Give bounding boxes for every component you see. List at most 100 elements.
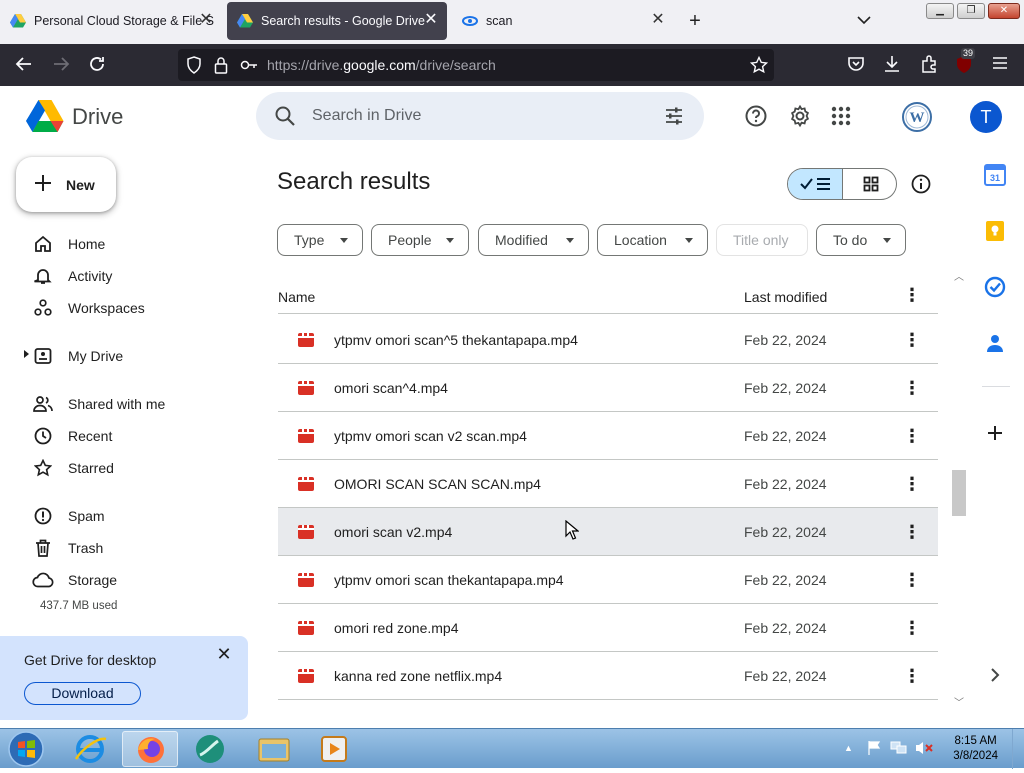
info-icon[interactable] <box>910 173 932 200</box>
sidebar-item-spam[interactable]: Spam <box>24 502 244 530</box>
forward-icon[interactable] <box>50 54 72 76</box>
url-text[interactable]: https://drive.google.com/drive/search <box>267 57 496 73</box>
show-desktop-button[interactable] <box>1012 729 1024 769</box>
sidebar-item-workspaces[interactable]: Workspaces <box>24 294 244 322</box>
search-options-icon[interactable] <box>664 106 684 131</box>
new-tab-icon[interactable]: + <box>684 10 706 32</box>
table-row[interactable]: ytpmv omori scan v2 scan.mp4 Feb 22, 202… <box>278 412 938 460</box>
reload-icon[interactable] <box>86 54 108 76</box>
system-clock[interactable]: 8:15 AM 3/8/2024 <box>953 734 998 764</box>
volume-muted-icon[interactable] <box>914 740 934 761</box>
keep-icon[interactable] <box>984 220 1008 244</box>
more-actions-icon[interactable]: ⋮ <box>902 664 922 688</box>
file-name[interactable]: omori scan v2.mp4 <box>334 524 452 540</box>
file-name[interactable]: kanna red zone netflix.mp4 <box>334 668 502 684</box>
windows-start-icon[interactable] <box>6 730 46 773</box>
filter-location[interactable]: Location <box>597 224 708 256</box>
more-actions-icon[interactable]: ⋮ <box>902 328 922 352</box>
file-name[interactable]: ytpmv omori scan thekantapapa.mp4 <box>334 572 564 588</box>
sidebar-item-starred[interactable]: Starred <box>24 454 244 482</box>
ublock-extension-icon[interactable]: 39 <box>953 48 976 76</box>
help-icon[interactable] <box>744 104 768 133</box>
sidebar-item-trash[interactable]: Trash <box>24 534 244 562</box>
search-icon[interactable] <box>274 105 296 132</box>
close-tab-icon[interactable]: ✕ <box>423 12 439 28</box>
search-input[interactable] <box>312 104 652 128</box>
list-view-button[interactable] <box>788 169 843 199</box>
wordpress-logo-icon[interactable]: W <box>901 101 933 138</box>
file-name[interactable]: ytpmv omori scan v2 scan.mp4 <box>334 428 527 444</box>
download-button[interactable]: Download <box>24 682 141 705</box>
drive-logo-icon[interactable] <box>26 99 64 138</box>
sidebar-item-storage[interactable]: Storage <box>24 566 244 594</box>
more-options-icon[interactable]: ⋮ <box>902 285 922 306</box>
account-switcher[interactable]: W T <box>875 94 1009 140</box>
table-row[interactable]: ytpmv omori scan thekantapapa.mp4 Feb 22… <box>278 556 938 604</box>
table-row[interactable]: OMORI SCAN SCAN SCAN.mp4 Feb 22, 2024 ⋮ <box>278 460 938 508</box>
internet-explorer-icon[interactable] <box>62 731 118 767</box>
filter-modified[interactable]: Modified <box>478 224 589 256</box>
app-taskbar-icon[interactable] <box>182 731 238 767</box>
tasks-icon[interactable] <box>984 276 1008 300</box>
settings-gear-icon[interactable] <box>788 104 812 133</box>
grid-view-button[interactable] <box>843 169 896 199</box>
lock-icon[interactable] <box>214 56 228 79</box>
tab-personal-cloud[interactable]: Personal Cloud Storage & File S ✕ <box>0 2 222 40</box>
scroll-down-icon[interactable]: ﹀ <box>954 694 964 709</box>
filter-people[interactable]: People <box>371 224 469 256</box>
filter-to-do[interactable]: To do <box>816 224 906 256</box>
chevron-right-icon[interactable] <box>984 664 1008 688</box>
media-player-icon[interactable] <box>306 731 362 767</box>
sidebar-item-my-drive[interactable]: My Drive <box>24 342 244 370</box>
scroll-up-icon[interactable]: ︿ <box>954 268 964 283</box>
url-bar[interactable]: https://drive.google.com/drive/search <box>178 49 774 81</box>
back-icon[interactable] <box>13 54 35 76</box>
search-bar[interactable] <box>256 92 704 140</box>
file-name[interactable]: OMORI SCAN SCAN SCAN.mp4 <box>334 476 541 492</box>
more-actions-icon[interactable]: ⋮ <box>902 568 922 592</box>
file-name[interactable]: omori red zone.mp4 <box>334 620 459 636</box>
close-tab-icon[interactable]: ✕ <box>198 12 214 28</box>
column-name-header[interactable]: Name <box>278 289 315 305</box>
close-tab-icon[interactable]: ✕ <box>650 12 666 28</box>
add-addon-icon[interactable] <box>984 422 1008 446</box>
action-center-flag-icon[interactable] <box>866 740 882 761</box>
table-row[interactable]: ytpmv omori scan^5 thekantapapa.mp4 Feb … <box>278 316 938 364</box>
restore-button[interactable]: ❐ <box>957 3 985 19</box>
drive-logo-text[interactable]: Drive <box>72 104 123 130</box>
firefox-taskbar-icon[interactable] <box>122 731 178 767</box>
more-actions-icon[interactable]: ⋮ <box>902 472 922 496</box>
network-icon[interactable] <box>890 740 908 761</box>
scrollbar[interactable]: ︿ ﹀ <box>951 262 967 712</box>
sidebar-item-home[interactable]: Home <box>24 230 244 258</box>
close-icon[interactable]: ✕ <box>214 644 234 664</box>
permissions-key-icon[interactable] <box>240 57 258 78</box>
bookmark-star-icon[interactable] <box>749 55 769 79</box>
table-row[interactable]: omori scan v2.mp4 Feb 22, 2024 ⋮ <box>278 508 938 556</box>
calendar-icon[interactable]: 31 <box>984 164 1008 188</box>
chevron-down-icon[interactable] <box>856 12 872 28</box>
tab-scan[interactable]: scan ✕ <box>452 2 674 40</box>
more-actions-icon[interactable]: ⋮ <box>902 616 922 640</box>
sidebar-item-activity[interactable]: Activity <box>24 262 244 290</box>
sidebar-item-recent[interactable]: Recent <box>24 422 244 450</box>
tray-overflow-icon[interactable]: ▲ <box>844 743 853 753</box>
scrollbar-thumb[interactable] <box>952 470 966 516</box>
filter-title-only[interactable]: Title only <box>716 224 808 256</box>
file-explorer-icon[interactable] <box>246 731 302 767</box>
download-icon[interactable] <box>881 54 903 76</box>
pocket-icon[interactable] <box>845 54 867 76</box>
apps-grid-icon[interactable] <box>831 106 851 131</box>
close-window-button[interactable]: ✕ <box>988 3 1020 19</box>
file-name[interactable]: ytpmv omori scan^5 thekantapapa.mp4 <box>334 332 578 348</box>
minimize-button[interactable]: ▁ <box>926 3 954 19</box>
more-actions-icon[interactable]: ⋮ <box>902 520 922 544</box>
shield-icon[interactable] <box>186 56 202 79</box>
file-name[interactable]: omori scan^4.mp4 <box>334 380 448 396</box>
new-button[interactable]: New <box>16 157 116 212</box>
table-row[interactable]: omori red zone.mp4 Feb 22, 2024 ⋮ <box>278 604 938 652</box>
contacts-icon[interactable] <box>984 332 1008 356</box>
more-actions-icon[interactable]: ⋮ <box>902 376 922 400</box>
extensions-icon[interactable] <box>918 54 940 76</box>
tab-search-results[interactable]: Search results - Google Drive ✕ <box>227 2 447 40</box>
